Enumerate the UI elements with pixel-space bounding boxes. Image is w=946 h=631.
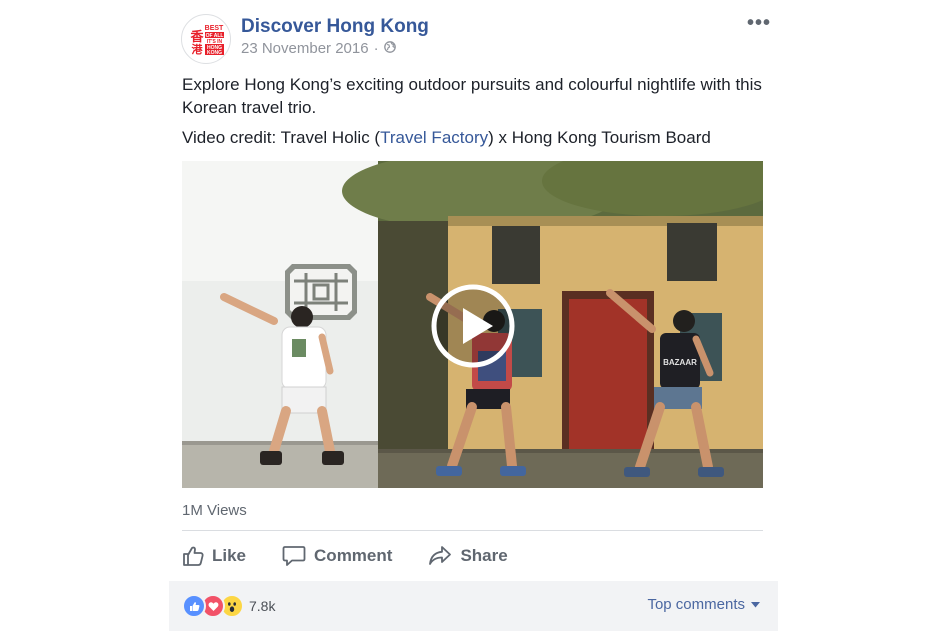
comment-icon — [282, 546, 306, 566]
comment-label: Comment — [314, 546, 393, 565]
reaction-count: 7.8k — [249, 598, 276, 614]
page-avatar[interactable]: 香 港 BEST OF ALL IT'S IN HONG KONG — [181, 14, 231, 64]
divider-top — [182, 530, 763, 531]
share-icon — [429, 546, 452, 565]
video-player[interactable]: BAZAAR — [182, 161, 763, 488]
globe-icon[interactable] — [383, 40, 396, 57]
credit-prefix: Video credit: Travel Holic ( — [182, 128, 381, 147]
svg-text:KONG: KONG — [207, 50, 222, 56]
post-action-bar: Like Comment Share — [182, 540, 763, 572]
chevron-down-icon — [751, 601, 760, 607]
thumbs-up-icon — [183, 546, 204, 566]
video-view-count: 1M Views — [182, 502, 247, 519]
top-comments-label: Top comments — [647, 596, 745, 613]
travel-factory-link[interactable]: Travel Factory — [380, 128, 488, 147]
post-card: 香 港 BEST OF ALL IT'S IN HONG KONG Discov… — [169, 0, 778, 631]
top-comments-dropdown[interactable]: Top comments — [647, 596, 760, 613]
svg-text:港: 港 — [192, 42, 204, 56]
play-icon[interactable] — [430, 283, 516, 369]
best-of-all-hong-kong-logo: 香 港 BEST OF ALL IT'S IN HONG KONG — [183, 16, 229, 62]
credit-suffix: ) x Hong Kong Tourism Board — [488, 128, 711, 147]
post-date[interactable]: 23 November 2016 — [241, 40, 369, 57]
comment-button[interactable]: Comment — [282, 545, 392, 567]
like-icon — [182, 594, 206, 618]
meta-separator: · — [373, 40, 379, 57]
reactions-footer: 7.8k Top comments — [169, 581, 778, 631]
page-name-link[interactable]: Discover Hong Kong — [241, 16, 429, 38]
reactions-summary[interactable]: 7.8k — [182, 594, 275, 618]
video-credit: Video credit: Travel Holic (Travel Facto… — [182, 127, 767, 149]
like-button[interactable]: Like — [182, 545, 246, 567]
post-text: Explore Hong Kong’s exciting outdoor pur… — [182, 75, 762, 117]
share-label: Share — [460, 546, 508, 565]
svg-text:BAZAAR: BAZAAR — [663, 358, 697, 367]
like-label: Like — [212, 546, 247, 565]
svg-text:BEST: BEST — [205, 25, 224, 32]
share-button[interactable]: Share — [428, 545, 508, 567]
more-options-button[interactable]: ••• — [747, 12, 771, 35]
post-meta: 23 November 2016 · — [241, 40, 396, 57]
